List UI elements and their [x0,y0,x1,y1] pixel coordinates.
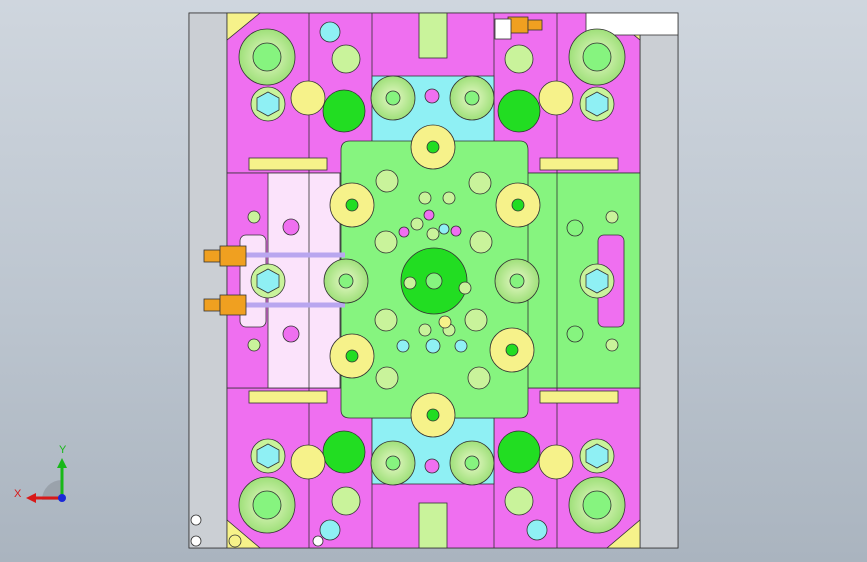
title-block-tab [494,18,512,40]
right-gray-strip [639,12,679,549]
y-axis-label: Y [59,444,67,456]
clamp-bar [248,390,328,404]
sprue-top [418,12,448,59]
cad-viewport[interactable] [0,0,867,562]
sprue-bottom [418,502,448,549]
axis-triad: X Y [14,444,67,503]
x-axis-label: X [14,488,22,500]
y-arrow-icon [57,458,67,468]
x-arrow-icon [26,493,36,503]
small-screw [312,535,324,547]
clamp-bar [539,157,619,171]
left-gray-strip [188,12,228,549]
dowel [566,325,584,343]
mold-assembly[interactable] [188,12,679,549]
dowel [566,219,584,237]
center-sprue-bore [425,272,443,290]
z-axis-icon [58,494,66,502]
small-screw [190,535,202,547]
clamp-bar [248,157,328,171]
clamp-bar [539,390,619,404]
small-screw [190,514,202,526]
